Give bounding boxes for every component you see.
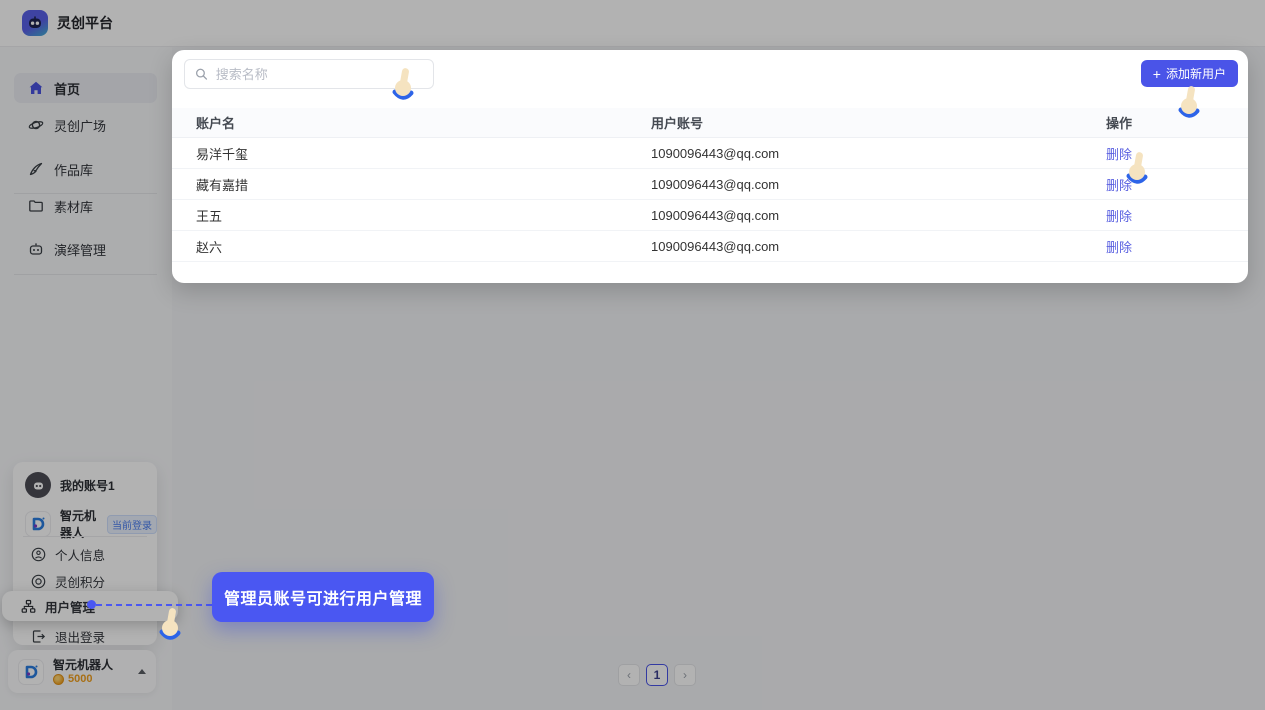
table-row: 易洋千玺 1090096443@qq.com 删除 <box>172 138 1248 169</box>
delete-link[interactable]: 删除 <box>1106 206 1132 225</box>
cell-account-id: 1090096443@qq.com <box>651 177 1106 192</box>
col-header-name: 账户名 <box>196 113 651 132</box>
search-box[interactable] <box>184 59 434 89</box>
delete-link[interactable]: 删除 <box>1106 237 1132 256</box>
cell-account-name: 王五 <box>196 206 651 225</box>
table-row: 王五 1090096443@qq.com 删除 <box>172 200 1248 231</box>
tour-connector-line <box>96 604 212 606</box>
delete-link[interactable]: 删除 <box>1106 175 1132 194</box>
cell-account-name: 易洋千玺 <box>196 144 651 163</box>
table-row: 藏有嘉措 1090096443@qq.com 删除 <box>172 169 1248 200</box>
cell-account-id: 1090096443@qq.com <box>651 239 1106 254</box>
cell-account-id: 1090096443@qq.com <box>651 208 1106 223</box>
delete-link[interactable]: 删除 <box>1106 144 1132 163</box>
add-user-label: 添加新用户 <box>1166 65 1226 82</box>
user-table: 账户名 用户账号 操作 易洋千玺 1090096443@qq.com 删除 藏有… <box>172 108 1248 262</box>
cell-account-id: 1090096443@qq.com <box>651 146 1106 161</box>
search-input[interactable] <box>216 67 423 82</box>
plus-icon: + <box>1153 67 1161 81</box>
tour-tooltip: 管理员账号可进行用户管理 <box>212 572 434 622</box>
user-management-card: + 添加新用户 账户名 用户账号 操作 易洋千玺 1090096443@qq.c… <box>172 50 1248 283</box>
col-header-actions: 操作 <box>1106 113 1248 132</box>
cell-account-name: 藏有嘉措 <box>196 175 651 194</box>
add-user-button[interactable]: + 添加新用户 <box>1141 60 1238 87</box>
tour-connector-dot <box>87 600 96 609</box>
table-row: 赵六 1090096443@qq.com 删除 <box>172 231 1248 262</box>
col-header-account: 用户账号 <box>651 113 1106 132</box>
cell-account-name: 赵六 <box>196 237 651 256</box>
search-icon <box>195 67 208 81</box>
table-header-row: 账户名 用户账号 操作 <box>172 108 1248 138</box>
